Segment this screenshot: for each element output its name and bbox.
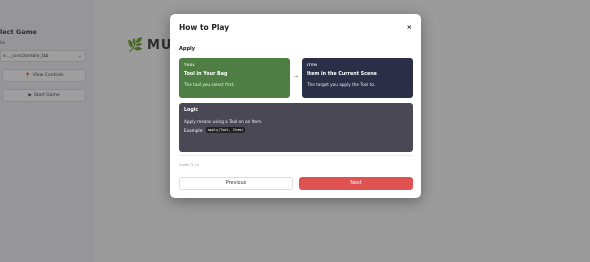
arrow-right-icon: → (293, 74, 299, 80)
next-button[interactable]: Next (299, 177, 413, 190)
tool-card: TOOL Tool in Your Bag The tool you selec… (179, 58, 290, 98)
example-label: Example: (184, 127, 204, 133)
logic-card: Logic Apply means using a Tool on an Ite… (179, 103, 413, 152)
how-to-play-modal: How to Play × Apply TOOL Tool in Your Ba… (170, 14, 421, 198)
logic-example: Example: apply(Tool, Item) (184, 127, 408, 133)
section-heading: Apply (179, 46, 196, 52)
tool-card-tag: TOOL (184, 63, 196, 67)
previous-button[interactable]: Previous (179, 177, 293, 190)
item-card-name: Item in the Current Scene (307, 72, 377, 77)
divider (179, 155, 412, 156)
tool-card-name: Tool in Your Bag (184, 72, 228, 77)
modal-title: How to Play (179, 23, 230, 32)
item-card-tag: ITEM (307, 63, 318, 67)
item-card-desc: The target you apply the Tool to. (307, 82, 376, 87)
logic-card-desc: Apply means using a Tool on an Item. (184, 119, 263, 124)
close-icon[interactable]: × (407, 23, 412, 31)
guide-progress: Guide 3 / 4 (179, 163, 199, 167)
logic-card-name: Logic (184, 108, 199, 113)
example-code: apply(Tool, Item) (205, 127, 246, 133)
item-card: ITEM Item in the Current Scene The targe… (302, 58, 413, 98)
tool-card-desc: The tool you select first. (184, 82, 235, 87)
